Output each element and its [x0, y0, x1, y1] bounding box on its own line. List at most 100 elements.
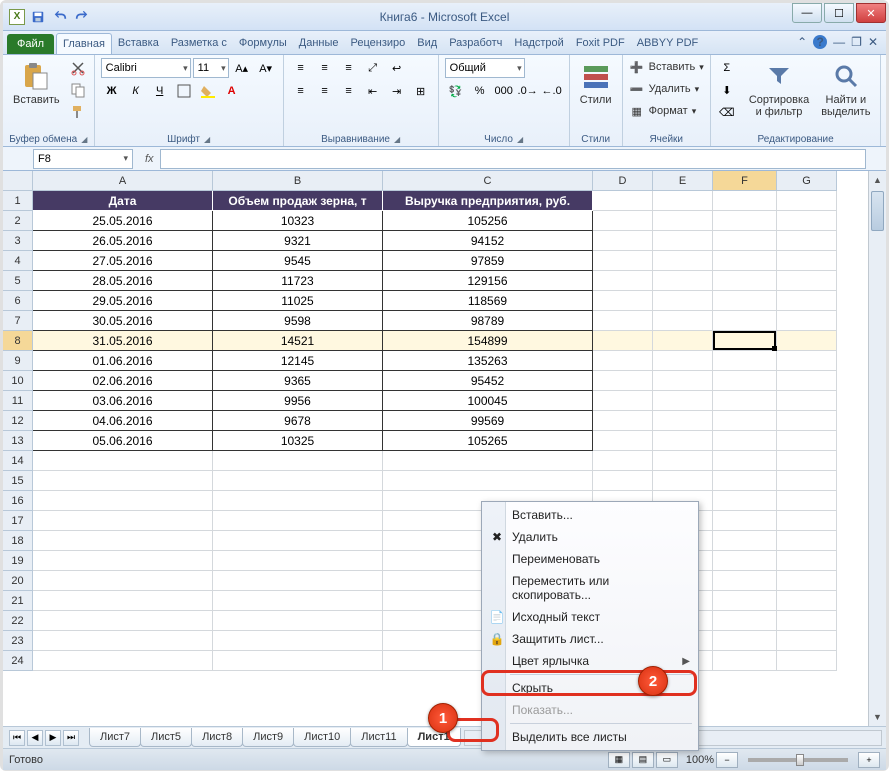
row-header[interactable]: 10: [3, 371, 33, 391]
grow-font-button[interactable]: A▴: [231, 58, 253, 78]
cell[interactable]: [653, 231, 713, 251]
ribbon-tab[interactable]: Надстрой: [508, 33, 569, 54]
cell[interactable]: [653, 291, 713, 311]
column-header[interactable]: D: [593, 171, 653, 191]
row-header[interactable]: 22: [3, 611, 33, 631]
fill-button[interactable]: ⬇: [717, 80, 737, 100]
cell[interactable]: [593, 231, 653, 251]
cell[interactable]: [593, 191, 653, 211]
cell[interactable]: 135263: [383, 351, 593, 371]
dialog-launcher-icon[interactable]: ◢: [517, 135, 523, 144]
cell[interactable]: [713, 371, 777, 391]
cell[interactable]: [713, 591, 777, 611]
cell[interactable]: 04.06.2016: [33, 411, 213, 431]
cell[interactable]: [213, 531, 383, 551]
name-box[interactable]: F8: [33, 149, 133, 169]
dialog-launcher-icon[interactable]: ◢: [204, 135, 210, 144]
orientation-button[interactable]: ⤢: [362, 58, 384, 78]
mdi-close-icon[interactable]: ✕: [868, 35, 878, 49]
cell[interactable]: [777, 311, 837, 331]
close-button[interactable]: ✕: [856, 3, 886, 23]
cell[interactable]: 9321: [213, 231, 383, 251]
column-header[interactable]: A: [33, 171, 213, 191]
cell[interactable]: [593, 471, 653, 491]
cell[interactable]: 94152: [383, 231, 593, 251]
mdi-restore-icon[interactable]: ❐: [851, 35, 862, 49]
cell[interactable]: [33, 491, 213, 511]
cell[interactable]: 129156: [383, 271, 593, 291]
maximize-button[interactable]: ☐: [824, 3, 854, 23]
row-header[interactable]: 2: [3, 211, 33, 231]
ctx-insert[interactable]: Вставить...: [484, 504, 696, 526]
cell[interactable]: 12145: [213, 351, 383, 371]
column-headers[interactable]: ABCDEFG: [33, 171, 868, 191]
zoom-slider[interactable]: [748, 758, 848, 762]
ctx-move-copy[interactable]: Переместить или скопировать...: [484, 570, 696, 606]
border-button[interactable]: [173, 81, 195, 101]
cell[interactable]: 9598: [213, 311, 383, 331]
cell[interactable]: [777, 531, 837, 551]
cell[interactable]: [777, 411, 837, 431]
cell[interactable]: [777, 431, 837, 451]
cell[interactable]: 97859: [383, 251, 593, 271]
view-normal-button[interactable]: ▦: [608, 752, 630, 768]
row-header[interactable]: 17: [3, 511, 33, 531]
percent-button[interactable]: %: [469, 81, 491, 101]
row-headers[interactable]: 123456789101112131415161718192021222324: [3, 191, 33, 671]
cell[interactable]: [213, 451, 383, 471]
cell[interactable]: [653, 351, 713, 371]
qat-undo-button[interactable]: [51, 8, 69, 26]
zoom-slider-handle[interactable]: [796, 754, 804, 766]
row-header[interactable]: 5: [3, 271, 33, 291]
merge-button[interactable]: ⊞: [410, 81, 432, 101]
row-header[interactable]: 6: [3, 291, 33, 311]
cell[interactable]: [777, 491, 837, 511]
cell[interactable]: Объем продаж зерна, т: [213, 191, 383, 211]
indent-increase-button[interactable]: ⇥: [386, 81, 408, 101]
cell[interactable]: [383, 471, 593, 491]
align-top-button[interactable]: ≡: [290, 58, 312, 78]
zoom-in-button[interactable]: +: [858, 752, 880, 768]
row-header[interactable]: 15: [3, 471, 33, 491]
cell[interactable]: [33, 551, 213, 571]
cell[interactable]: 29.05.2016: [33, 291, 213, 311]
ribbon-tab[interactable]: Разработч: [443, 33, 508, 54]
cell[interactable]: [593, 391, 653, 411]
align-center-button[interactable]: ≡: [314, 81, 336, 101]
ctx-protect[interactable]: 🔒Защитить лист...: [484, 628, 696, 650]
cell[interactable]: [653, 191, 713, 211]
cell[interactable]: [777, 371, 837, 391]
cell[interactable]: [713, 551, 777, 571]
row-header[interactable]: 7: [3, 311, 33, 331]
dialog-launcher-icon[interactable]: ◢: [81, 135, 87, 144]
cell[interactable]: [593, 271, 653, 291]
ribbon-tab[interactable]: Данные: [293, 33, 345, 54]
row-header[interactable]: 8: [3, 331, 33, 351]
cell[interactable]: [777, 631, 837, 651]
cell[interactable]: [713, 291, 777, 311]
cell[interactable]: [777, 271, 837, 291]
cell[interactable]: [213, 651, 383, 671]
cell[interactable]: [777, 591, 837, 611]
cell[interactable]: [777, 351, 837, 371]
cell[interactable]: [777, 551, 837, 571]
cell[interactable]: [653, 251, 713, 271]
cell[interactable]: [383, 451, 593, 471]
cell[interactable]: [777, 571, 837, 591]
cells-format-button[interactable]: ▦Формат▾: [629, 102, 697, 120]
cell[interactable]: [713, 631, 777, 651]
cell[interactable]: 27.05.2016: [33, 251, 213, 271]
cell[interactable]: 9678: [213, 411, 383, 431]
cell[interactable]: [777, 651, 837, 671]
cell[interactable]: [593, 371, 653, 391]
ctx-select-all-sheets[interactable]: Выделить все листы: [484, 726, 696, 748]
cell[interactable]: [593, 211, 653, 231]
cell[interactable]: [593, 411, 653, 431]
cell[interactable]: 10325: [213, 431, 383, 451]
cell[interactable]: [653, 311, 713, 331]
cut-button[interactable]: [68, 58, 88, 78]
cell[interactable]: [713, 611, 777, 631]
cell[interactable]: 11723: [213, 271, 383, 291]
cell[interactable]: [653, 431, 713, 451]
cell[interactable]: [653, 271, 713, 291]
